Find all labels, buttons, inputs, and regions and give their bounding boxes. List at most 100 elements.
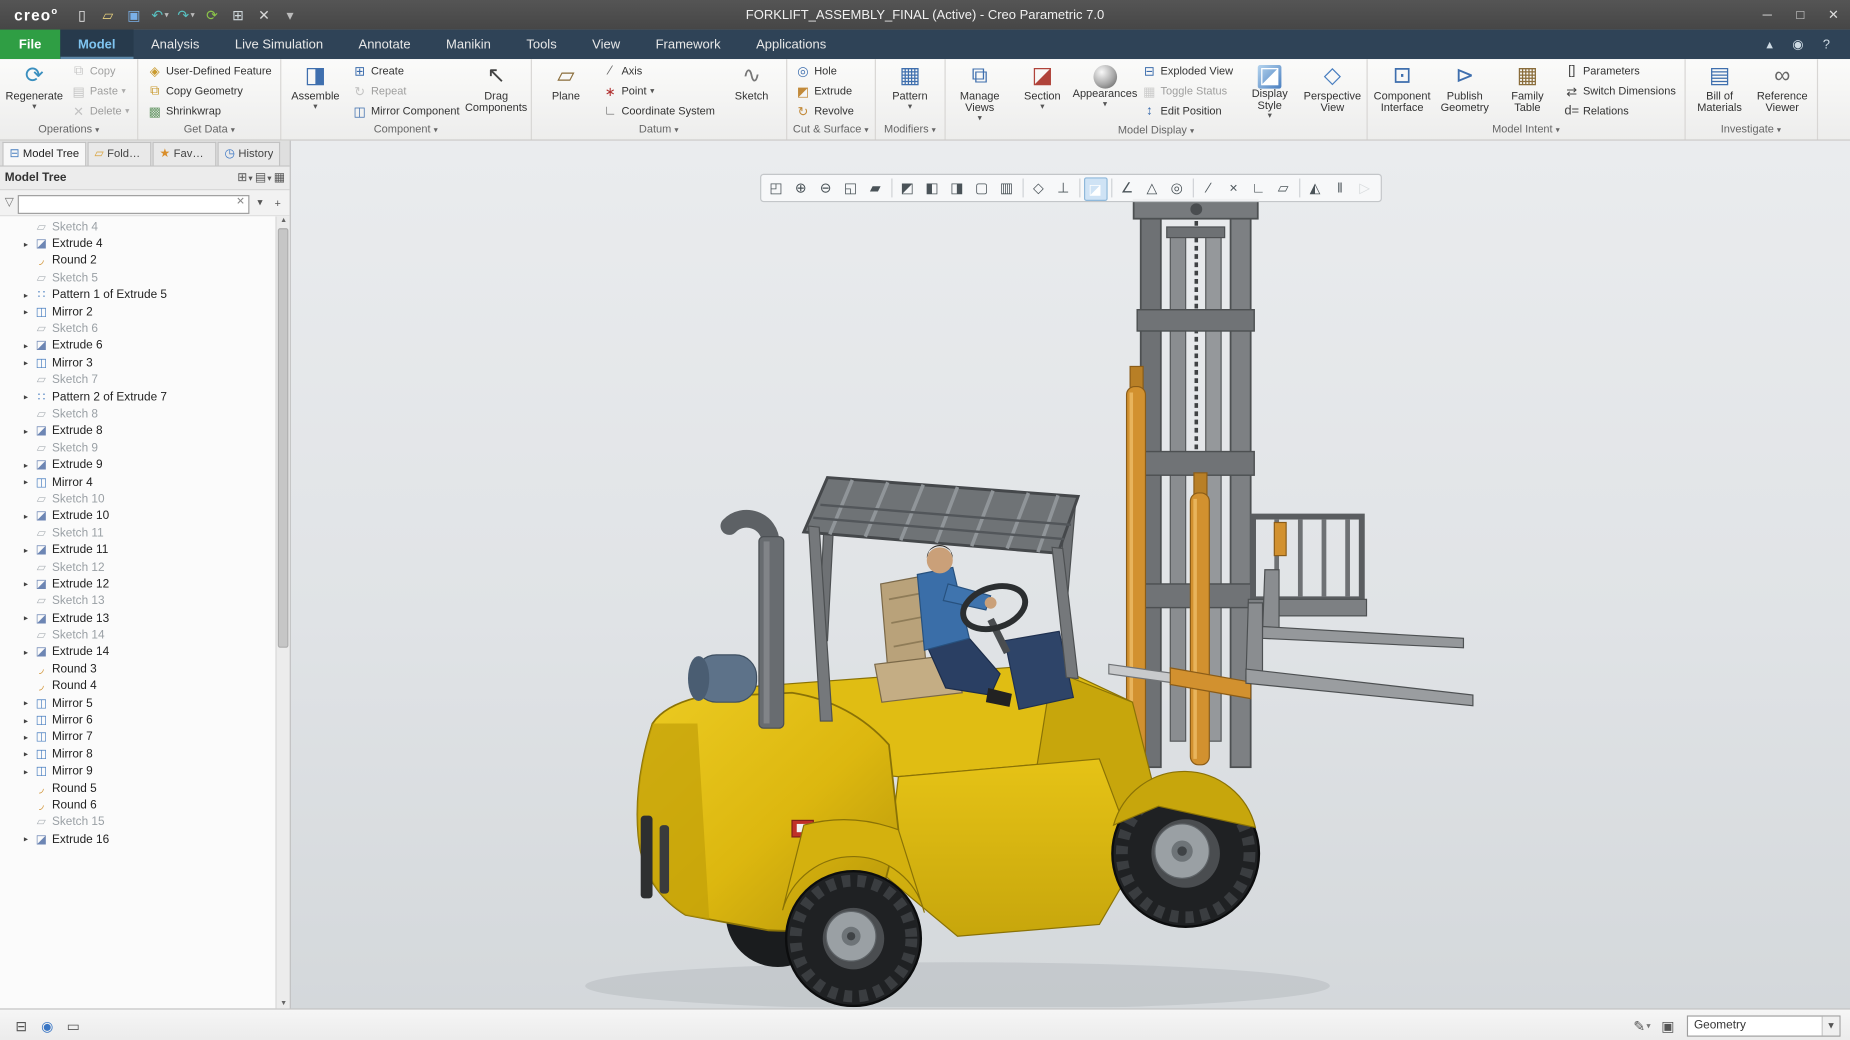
tree-item-sketch-14[interactable]: ▱Sketch 14 [0,627,275,644]
annotation-display-icon[interactable]: △ [1140,176,1164,200]
expand-arrow-icon[interactable]: ▸ [21,580,30,589]
tree-columns-button[interactable]: ⊞▾ [237,168,252,187]
expand-arrow-icon[interactable]: ▸ [21,716,30,725]
tree-item-round-5[interactable]: ◞Round 5 [0,780,275,797]
undo-icon[interactable]: ↶▾ [148,3,172,27]
collapse-ribbon-icon[interactable]: ▴ [1758,33,1782,57]
navigator-tab-history[interactable]: ◷History [217,142,280,166]
tab-file[interactable]: File [0,30,60,60]
clear-search-icon[interactable]: ✕ [233,193,248,210]
tree-item-extrude-8[interactable]: ▸◪Extrude 8 [0,423,275,440]
expand-arrow-icon[interactable]: ▸ [21,699,30,708]
tree-item-extrude-14[interactable]: ▸◪Extrude 14 [0,644,275,661]
model-tree-toggle-icon[interactable]: ⊟ [9,1014,33,1038]
tree-item-mirror-6[interactable]: ▸◫Mirror 6 [0,712,275,729]
tab-model[interactable]: Model [60,30,133,60]
tab-analysis[interactable]: Analysis [133,30,217,60]
tree-item-sketch-6[interactable]: ▱Sketch 6 [0,321,275,338]
display-style-button[interactable]: ◪Display Style▾ [1239,60,1300,121]
paste-button[interactable]: ▤Paste▾ [66,82,134,101]
delete-button[interactable]: ✕Delete▾ [66,102,134,121]
tab-framework[interactable]: Framework [638,30,738,60]
expand-arrow-icon[interactable]: ▸ [21,291,30,300]
mirror-component-button[interactable]: ◫Mirror Component [347,102,464,121]
axis-display-icon[interactable]: ∕ [1197,176,1221,200]
redo-icon-arrow[interactable]: ▾ [190,10,194,19]
navigator-tab-folder-browser[interactable]: ▱Folder Browser [87,142,151,166]
selection-filter-select[interactable]: Geometry ▼ [1687,1015,1841,1036]
close-button[interactable]: ✕ [1817,2,1850,28]
shrinkwrap-button[interactable]: ▩Shrinkwrap [142,102,276,121]
geometry-checks-icon[interactable]: ◭ [1303,176,1327,200]
group-label-modifiers[interactable]: Modifiers ▾ [879,123,940,140]
expand-arrow-icon[interactable]: ▸ [21,359,30,368]
tree-item-sketch-8[interactable]: ▱Sketch 8 [0,406,275,423]
pause-icon[interactable]: ‖ [1328,176,1352,200]
tab-live-simulation[interactable]: Live Simulation [217,30,341,60]
repeat-button[interactable]: ↻Repeat [347,82,464,101]
appearance-gallery-icon[interactable]: ✎▾ [1630,1014,1654,1038]
edit-position-button[interactable]: ↕Edit Position [1137,102,1238,121]
switch-dimensions-button[interactable]: ⇄Switch Dimensions [1559,82,1680,101]
tree-item-pattern-2-of-extrude-7[interactable]: ▸∷Pattern 2 of Extrude 7 [0,389,275,406]
group-label-operations[interactable]: Operations ▾ [4,123,134,140]
tree-show-button[interactable]: ▦ [274,168,285,187]
add-filter-button[interactable]: + [271,197,285,209]
tree-settings-button[interactable]: ▤▾ [255,168,272,187]
zoom-out-icon[interactable]: ⊖ [814,176,838,200]
tree-item-mirror-3[interactable]: ▸◫Mirror 3 [0,355,275,372]
tree-item-extrude-9[interactable]: ▸◪Extrude 9 [0,457,275,474]
tree-item-round-6[interactable]: ◞Round 6 [0,797,275,814]
tree-item-mirror-4[interactable]: ▸◫Mirror 4 [0,474,275,491]
tab-manikin[interactable]: Manikin [428,30,508,60]
tree-item-mirror-7[interactable]: ▸◫Mirror 7 [0,729,275,746]
navigator-tab-model-tree[interactable]: ⊟Model Tree [2,142,86,166]
navigator-tab-favorites[interactable]: ★Favorites [152,142,216,166]
shading-icon[interactable]: ◨ [945,176,969,200]
extrude-button[interactable]: ◩Extrude [791,82,859,101]
component-interface-button[interactable]: ⊡Component Interface [1371,60,1432,115]
expand-arrow-icon[interactable]: ▸ [21,767,30,776]
tree-item-extrude-11[interactable]: ▸◪Extrude 11 [0,542,275,559]
drag-components-button[interactable]: ↖Drag Components [465,60,526,115]
assemble-button[interactable]: ◨Assemble▾ [285,60,346,112]
tree-item-mirror-5[interactable]: ▸◫Mirror 5 [0,695,275,712]
csys-display-icon[interactable]: ∟ [1247,176,1271,200]
tree-item-sketch-10[interactable]: ▱Sketch 10 [0,491,275,508]
no-hidden-icon[interactable]: ▢ [970,176,994,200]
expand-arrow-icon[interactable]: ▸ [21,750,30,759]
plane-button[interactable]: ▱Plane [535,60,596,103]
tree-item-sketch-11[interactable]: ▱Sketch 11 [0,525,275,542]
redo-icon[interactable]: ↷▾ [174,3,198,27]
saved-orientations-icon[interactable]: ◇ [1027,176,1051,200]
graphics-toggle-icon[interactable]: ▭ [61,1014,85,1038]
tree-item-sketch-15[interactable]: ▱Sketch 15 [0,814,275,831]
coordinate-system-button[interactable]: ∟Coordinate System [598,102,720,121]
help-icon[interactable]: ? [1815,33,1839,57]
axis-button[interactable]: ∕Axis [598,61,720,80]
open-file-icon[interactable]: ▱ [96,3,120,27]
tree-item-sketch-4[interactable]: ▱Sketch 4 [0,219,275,236]
tree-item-mirror-8[interactable]: ▸◫Mirror 8 [0,746,275,763]
tree-item-extrude-6[interactable]: ▸◪Extrude 6 [0,338,275,355]
display-style-icon[interactable]: ◪ [1083,177,1107,201]
group-label-investigate[interactable]: Investigate ▾ [1689,123,1813,140]
group-label-cut-surface[interactable]: Cut & Surface ▾ [791,123,871,140]
title-bar[interactable]: creoo ▯▱▣↶▾↷▾⟳⊞✕▾ FORKLIFT_ASSEMBLY_FINA… [0,0,1850,30]
toggle-status-button[interactable]: ▦Toggle Status [1137,82,1238,101]
expand-arrow-icon[interactable]: ▸ [21,239,30,248]
expand-arrow-icon[interactable]: ▸ [21,308,30,317]
scroll-down-icon[interactable]: ▼ [277,998,290,1009]
parameters-button[interactable]: []Parameters [1559,61,1680,80]
expand-arrow-icon[interactable]: ▸ [21,835,30,844]
tree-scrollbar[interactable]: ▲ ▼ [275,216,289,1008]
tree-item-sketch-5[interactable]: ▱Sketch 5 [0,270,275,287]
group-label-datum[interactable]: Datum ▾ [535,123,782,140]
exploded-view-button[interactable]: ⊟Exploded View [1137,61,1238,80]
relations-button[interactable]: d=Relations [1559,102,1680,121]
tree-item-mirror-9[interactable]: ▸◫Mirror 9 [0,763,275,780]
expand-arrow-icon[interactable]: ▸ [21,393,30,402]
appearances-button[interactable]: ●Appearances▾ [1074,60,1135,110]
close-window-icon[interactable]: ✕ [252,3,276,27]
tree-item-extrude-13[interactable]: ▸◪Extrude 13 [0,610,275,627]
